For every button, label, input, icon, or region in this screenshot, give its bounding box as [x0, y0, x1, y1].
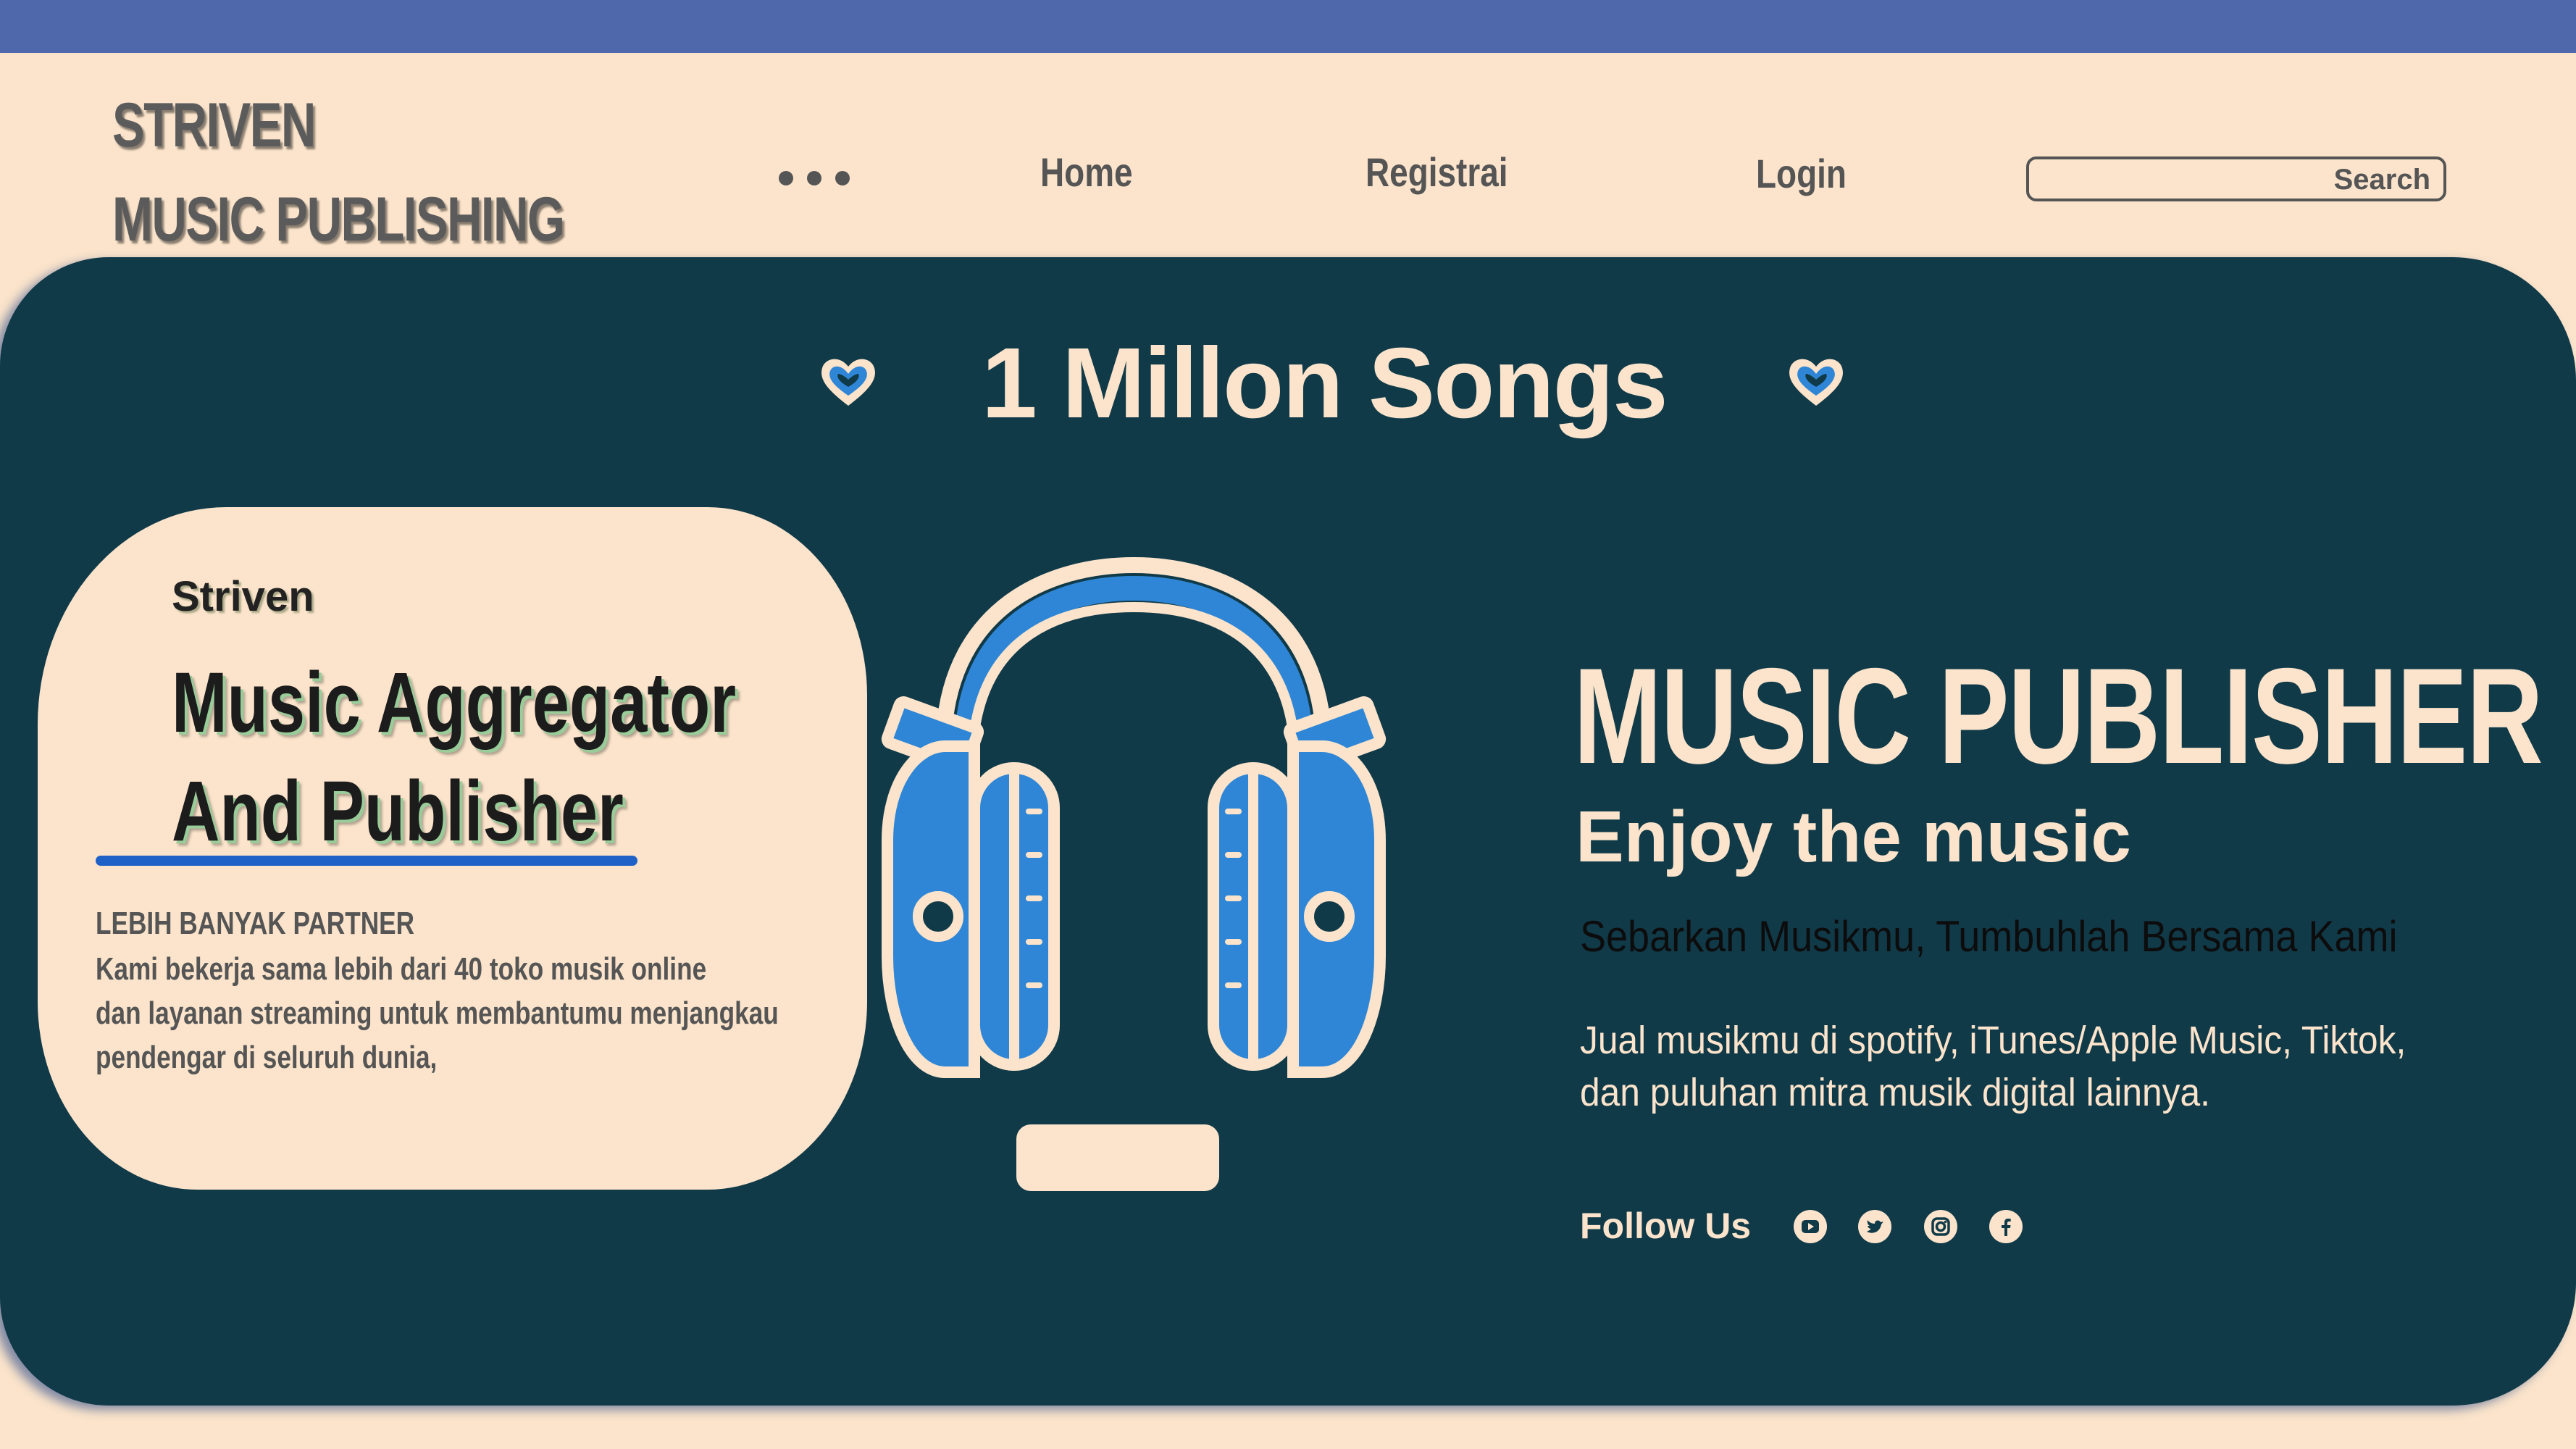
card-title-line-2: And Publisher	[172, 764, 624, 859]
search-placeholder: Search	[2333, 164, 2430, 196]
twitter-icon[interactable]	[1858, 1210, 1891, 1243]
hero-title: MUSIC PUBLISHER	[1573, 640, 2543, 792]
card-body-line: Kami bekerja sama lebih dari 40 toko mus…	[96, 951, 707, 987]
description-line: dan puluhan mitra musik digital lainnya.	[1580, 1071, 2210, 1114]
hero-subtitle: Enjoy the music	[1576, 796, 2131, 877]
brand-line-1: STRIVEN	[112, 91, 316, 160]
card-title: Music Aggregator And Publisher	[172, 648, 736, 866]
card-brand: Striven	[172, 573, 314, 620]
nav-login[interactable]: Login	[1756, 150, 1847, 197]
card-subheading: LEBIH BANYAK PARTNER	[96, 906, 415, 941]
brand-logo[interactable]: STRIVEN MUSIC PUBLISHING	[112, 78, 565, 267]
nav-home[interactable]: Home	[1040, 149, 1133, 196]
hero-headline: 1 Millon Songs	[982, 327, 1668, 439]
instagram-icon[interactable]	[1924, 1210, 1957, 1243]
heart-icon	[821, 359, 875, 406]
headphones-icon	[881, 557, 1387, 1078]
nav-registrai[interactable]: Registrai	[1366, 149, 1508, 196]
card-title-line-1: Music Aggregator	[172, 655, 737, 751]
facebook-icon[interactable]	[1989, 1210, 2023, 1243]
card-underline	[96, 856, 637, 866]
headphone-stand	[1016, 1124, 1219, 1191]
card-body-line: pendengar di seluruh dunia,	[96, 1040, 438, 1075]
youtube-icon[interactable]	[1794, 1210, 1827, 1243]
search-input[interactable]: Search	[2026, 156, 2446, 201]
more-dots-icon[interactable]	[779, 171, 851, 188]
hero-description: Jual musikmu di spotify, iTunes/Apple Mu…	[1580, 1014, 2406, 1119]
hero-tagline: Sebarkan Musikmu, Tumbuhlah Bersama Kami	[1580, 912, 2398, 961]
card-body-line: dan layanan streaming untuk membantumu m…	[96, 995, 779, 1031]
description-line: Jual musikmu di spotify, iTunes/Apple Mu…	[1580, 1019, 2406, 1062]
follow-us-label: Follow Us	[1580, 1206, 1752, 1246]
card-body: Kami bekerja sama lebih dari 40 toko mus…	[96, 947, 779, 1080]
brand-line-2: MUSIC PUBLISHING	[112, 185, 565, 254]
top-bar	[0, 0, 2576, 53]
heart-icon	[1789, 359, 1843, 406]
